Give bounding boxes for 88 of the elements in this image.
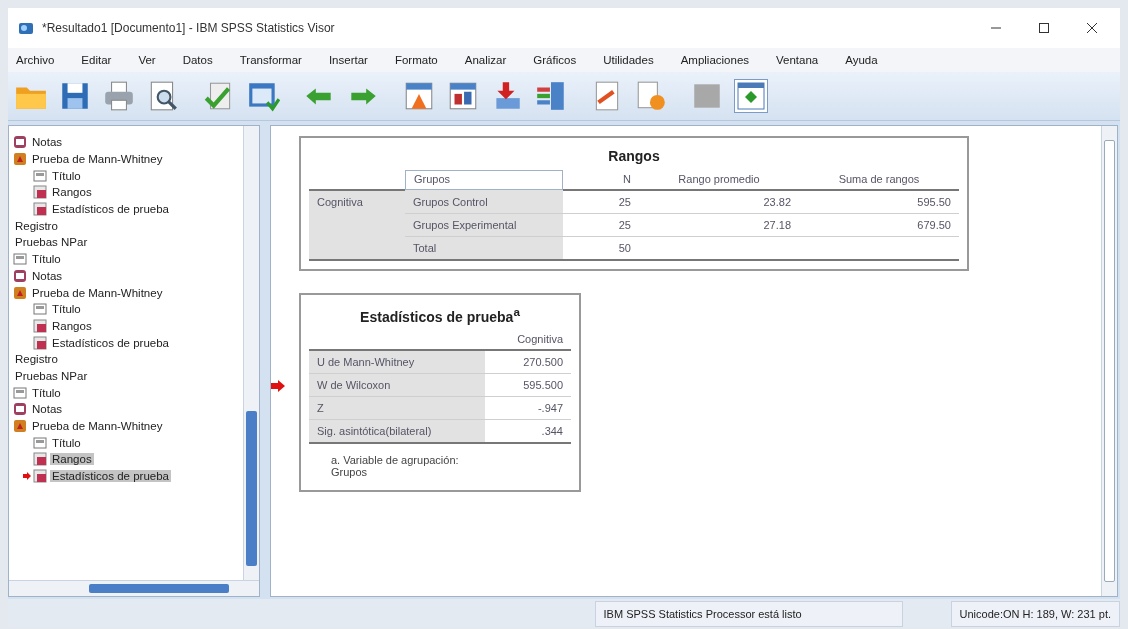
- tree-item[interactable]: Notas: [30, 269, 65, 282]
- tree-item[interactable]: Notas: [30, 403, 65, 416]
- table-icon: [33, 202, 47, 217]
- vertical-scrollbar[interactable]: [243, 126, 259, 580]
- tree-item[interactable]: Notas: [30, 136, 65, 149]
- window-title: *Resultado1 [Documento1] - IBM SPSS Statistics Visor: [42, 21, 336, 35]
- tree-item[interactable]: Rangos: [50, 319, 94, 332]
- table-icon: [33, 452, 47, 467]
- tree-item[interactable]: Prueba de Mann-Whitney: [30, 286, 165, 299]
- menu-item[interactable]: Transformar: [239, 54, 302, 66]
- menu-item[interactable]: Utilidades: [603, 54, 654, 66]
- test-icon: [13, 285, 27, 300]
- menu-item[interactable]: Formato: [394, 54, 438, 66]
- column-header: N: [563, 170, 639, 190]
- table-cell: 679.50: [799, 213, 959, 237]
- table-icon: [33, 335, 47, 350]
- title-icon: [13, 385, 27, 400]
- table-icon: [33, 185, 47, 200]
- tree-item[interactable]: Pruebas NPar: [13, 236, 90, 249]
- table-icon: [33, 469, 47, 484]
- column-header: Rango promedio: [639, 170, 799, 190]
- table-cell: 23.82: [639, 190, 799, 214]
- table-cell: Total: [405, 236, 563, 260]
- notes-icon: [13, 268, 27, 283]
- column-header: Cognitiva: [485, 330, 571, 350]
- table-cell: 595.500: [485, 373, 571, 397]
- maximize-icon[interactable]: [1038, 22, 1050, 34]
- column-header: Suma de rangos: [799, 170, 959, 190]
- table-cell: U de Mann-Whitney: [309, 349, 485, 374]
- table-cell: Grupos Control: [405, 190, 563, 214]
- menu-item[interactable]: Ventana: [776, 54, 819, 66]
- menu-item[interactable]: Archivo: [16, 54, 55, 66]
- tree-item[interactable]: Estadísticos de prueba: [50, 470, 171, 483]
- table-cell: -.947: [485, 396, 571, 420]
- notes-icon: [13, 402, 27, 417]
- table-title: Rangos: [607, 147, 661, 166]
- tree-item[interactable]: Estadísticos de prueba: [50, 336, 171, 349]
- menu-item[interactable]: Ver: [138, 54, 156, 66]
- menu-item[interactable]: Ayuda: [845, 54, 878, 66]
- menu-item[interactable]: Insertar: [328, 54, 368, 66]
- table-icon: [33, 318, 47, 333]
- footnote: a. Variable de agrupación: Grupos: [330, 452, 460, 480]
- menu-item[interactable]: Editar: [81, 54, 112, 66]
- table-cell: 595.50: [799, 190, 959, 214]
- vertical-scrollbar[interactable]: [1101, 126, 1117, 596]
- status-info: Unicode:ON H: 189, W: 231 pt.: [950, 601, 1120, 627]
- tree-item[interactable]: Título: [50, 436, 83, 449]
- app-icon: [18, 20, 34, 36]
- table-cell: Grupos Experimental: [405, 213, 563, 237]
- tree-item[interactable]: Estadísticos de prueba: [50, 203, 171, 216]
- title-icon: [33, 302, 47, 317]
- tree-item[interactable]: Rangos: [50, 186, 94, 199]
- tree-item[interactable]: Título: [30, 253, 63, 266]
- tree-item[interactable]: Título: [50, 303, 83, 316]
- tree-item[interactable]: Prueba de Mann-Whitney: [30, 420, 165, 433]
- designate-window-icon[interactable]: [734, 79, 768, 113]
- table-cell: Z: [309, 396, 485, 420]
- menu-item[interactable]: Ampliaciones: [680, 54, 750, 66]
- tree-item[interactable]: Registro: [13, 353, 60, 366]
- horizontal-scrollbar[interactable]: [9, 580, 259, 596]
- column-header: Grupos: [405, 170, 563, 190]
- test-icon: [13, 419, 27, 434]
- table-cell: 25: [563, 213, 639, 237]
- table-cell: 27.18: [639, 213, 799, 237]
- status-message: IBM SPSS Statistics Processor está listo: [594, 601, 903, 627]
- close-icon[interactable]: [1086, 22, 1098, 34]
- row-label: Cognitiva: [309, 190, 405, 260]
- tree-item[interactable]: Pruebas NPar: [13, 369, 90, 382]
- tree-item[interactable]: Título: [30, 386, 63, 399]
- menu-item[interactable]: Analizar: [464, 54, 507, 66]
- menu-item[interactable]: Datos: [182, 54, 213, 66]
- title-icon: [33, 168, 47, 183]
- tree-item[interactable]: Prueba de Mann-Whitney: [30, 153, 165, 166]
- title-icon: [13, 252, 27, 267]
- tree-item[interactable]: Rangos: [50, 453, 94, 466]
- table-cell: 50: [563, 236, 639, 260]
- title-icon: [33, 435, 47, 450]
- table-cell: 270.500: [485, 349, 571, 374]
- test-icon: [13, 152, 27, 167]
- notes-icon: [13, 135, 27, 150]
- printer-icon[interactable]: [102, 79, 136, 113]
- table-cell: 25: [563, 190, 639, 214]
- table-title: Estadísticos de prueba$^{a}$: [359, 304, 521, 327]
- tree-item[interactable]: Registro: [13, 219, 60, 232]
- menu-item[interactable]: Gráficos: [533, 54, 577, 66]
- table-cell: Sig. asintótica(bilateral): [309, 419, 485, 443]
- tree-item[interactable]: Título: [50, 169, 83, 182]
- table-cell: .344: [485, 419, 571, 443]
